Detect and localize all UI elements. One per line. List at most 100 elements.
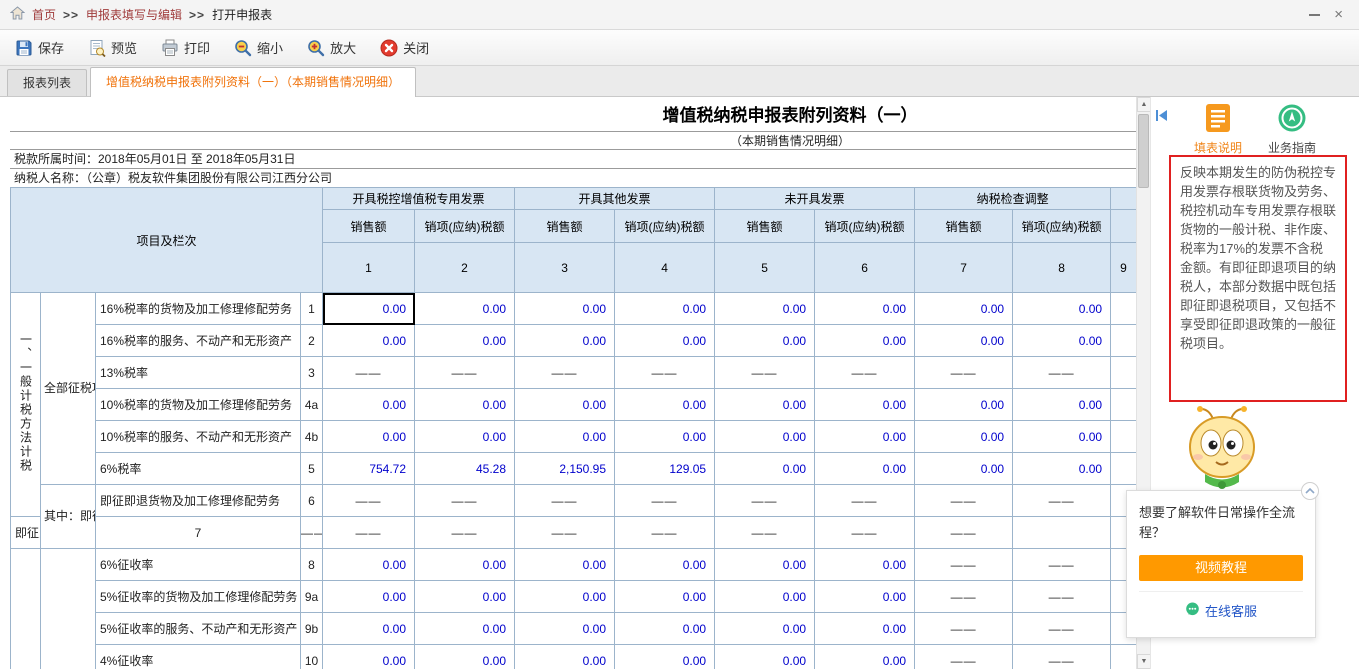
value-cell[interactable]: 0.00 [1013, 293, 1111, 325]
value-cell[interactable]: 0.00 [323, 325, 415, 357]
value-cell[interactable]: 0.00 [415, 549, 515, 581]
value-cell[interactable]: 0.00 [815, 389, 915, 421]
online-service-link[interactable]: 在线客服 [1139, 591, 1303, 620]
value-cell[interactable]: 0.00 [615, 421, 715, 453]
value-cell[interactable]: 45.28 [415, 453, 515, 485]
value-cell[interactable]: 0.00 [323, 613, 415, 645]
value-cell[interactable]: 0.00 [615, 549, 715, 581]
save-button[interactable]: 保存 [6, 34, 73, 61]
table-row: 4%征收率100.000.000.000.000.000.00———— [11, 645, 1137, 669]
value-cell[interactable]: 0.00 [415, 581, 515, 613]
value-cell[interactable]: 0.00 [615, 293, 715, 325]
minimize-icon[interactable] [1309, 14, 1320, 16]
value-cell[interactable]: 0.00 [615, 581, 715, 613]
value-cell[interactable]: 0.00 [715, 453, 815, 485]
breadcrumb-current: 打开申报表 [212, 6, 272, 23]
scroll-down-icon[interactable]: ▼ [1137, 654, 1151, 669]
tab-report-list[interactable]: 报表列表 [7, 69, 87, 96]
tab-vat-attachment[interactable]: 增值税纳税申报表附列资料（一）（本期销售情况明细） [90, 67, 416, 97]
zoom-in-button[interactable]: 放大 [298, 34, 365, 61]
value-cell[interactable]: 0.00 [515, 549, 615, 581]
breadcrumb-edit-link[interactable]: 申报表填写与编辑 [86, 6, 182, 23]
value-cell-clipped[interactable] [1111, 645, 1136, 669]
breadcrumb-home-link[interactable]: 首页 [32, 6, 56, 23]
value-cell[interactable]: 0.00 [415, 325, 515, 357]
value-cell[interactable]: 0.00 [815, 293, 915, 325]
disabled-cell: —— [915, 613, 1013, 645]
value-cell[interactable]: 0.00 [615, 645, 715, 669]
close-window-icon[interactable]: × [1334, 7, 1343, 22]
row-number: 2 [301, 325, 323, 357]
zoom-out-button[interactable]: 缩小 [225, 34, 292, 61]
print-button[interactable]: 打印 [152, 34, 219, 61]
value-cell[interactable]: 0.00 [323, 549, 415, 581]
value-cell[interactable]: 0.00 [715, 613, 815, 645]
value-cell[interactable]: 0.00 [915, 293, 1013, 325]
value-cell[interactable]: 0.00 [1013, 389, 1111, 421]
value-cell[interactable]: 0.00 [715, 293, 815, 325]
value-cell[interactable]: 0.00 [323, 293, 415, 325]
value-cell[interactable]: 0.00 [915, 421, 1013, 453]
value-cell[interactable]: 2,150.95 [515, 453, 615, 485]
value-cell[interactable]: 0.00 [1013, 325, 1111, 357]
value-cell[interactable]: 0.00 [1013, 421, 1111, 453]
value-cell[interactable]: 0.00 [815, 613, 915, 645]
value-cell-clipped[interactable] [1013, 517, 1111, 549]
value-cell[interactable]: 0.00 [515, 389, 615, 421]
value-cell[interactable]: 129.05 [615, 453, 715, 485]
tab-business-guide[interactable]: 业务指南 [1263, 103, 1321, 156]
value-cell[interactable]: 0.00 [615, 389, 715, 421]
value-cell[interactable]: 0.00 [415, 645, 515, 669]
value-cell-clipped[interactable] [1111, 389, 1136, 421]
value-cell[interactable]: 0.00 [415, 293, 515, 325]
value-cell-clipped[interactable] [1111, 293, 1136, 325]
scrollbar-thumb[interactable] [1138, 114, 1149, 188]
preview-button[interactable]: 预览 [79, 34, 146, 61]
value-cell[interactable]: 0.00 [323, 389, 415, 421]
value-cell-clipped[interactable] [1111, 453, 1136, 485]
value-cell[interactable]: 0.00 [715, 389, 815, 421]
value-cell[interactable]: 0.00 [515, 293, 615, 325]
value-cell[interactable]: 0.00 [815, 645, 915, 669]
value-cell[interactable]: 754.72 [323, 453, 415, 485]
collapse-popup-button[interactable] [1301, 482, 1319, 500]
value-cell[interactable]: 0.00 [915, 389, 1013, 421]
table-row: 5%征收率的服务、不动产和无形资产9b0.000.000.000.000.000… [11, 613, 1137, 645]
disabled-cell: —— [815, 517, 915, 549]
value-cell[interactable]: 0.00 [615, 325, 715, 357]
value-cell[interactable]: 0.00 [815, 581, 915, 613]
value-cell[interactable]: 0.00 [515, 421, 615, 453]
value-cell-clipped[interactable] [1111, 421, 1136, 453]
panel-collapse-icon[interactable] [1154, 108, 1169, 126]
value-cell[interactable]: 0.00 [715, 581, 815, 613]
value-cell[interactable]: 0.00 [715, 421, 815, 453]
value-cell[interactable]: 0.00 [715, 549, 815, 581]
value-cell[interactable]: 0.00 [515, 325, 615, 357]
value-cell[interactable]: 0.00 [415, 389, 515, 421]
value-cell[interactable]: 0.00 [815, 325, 915, 357]
value-cell[interactable]: 0.00 [615, 613, 715, 645]
value-cell[interactable]: 0.00 [815, 421, 915, 453]
value-cell[interactable]: 0.00 [1013, 453, 1111, 485]
value-cell[interactable]: 0.00 [415, 613, 515, 645]
value-cell-clipped[interactable] [1111, 325, 1136, 357]
form-area: 增值税纳税申报表附列资料（一） （本期销售情况明细） 税款所属时间：2018年0… [0, 97, 1136, 669]
value-cell[interactable]: 0.00 [815, 549, 915, 581]
value-cell[interactable]: 0.00 [915, 325, 1013, 357]
value-cell[interactable]: 0.00 [323, 421, 415, 453]
tab-fill-instructions[interactable]: 填表说明 [1189, 103, 1247, 156]
value-cell[interactable]: 0.00 [815, 453, 915, 485]
value-cell[interactable]: 0.00 [515, 645, 615, 669]
value-cell[interactable]: 0.00 [515, 581, 615, 613]
scroll-up-icon[interactable]: ▲ [1137, 97, 1151, 112]
value-cell[interactable]: 0.00 [715, 325, 815, 357]
value-cell[interactable]: 0.00 [715, 645, 815, 669]
value-cell[interactable]: 0.00 [415, 421, 515, 453]
value-cell[interactable]: 0.00 [915, 453, 1013, 485]
value-cell-clipped[interactable] [1111, 357, 1136, 389]
video-tutorial-button[interactable]: 视频教程 [1139, 555, 1303, 581]
value-cell[interactable]: 0.00 [323, 581, 415, 613]
value-cell[interactable]: 0.00 [323, 645, 415, 669]
value-cell[interactable]: 0.00 [515, 613, 615, 645]
close-button[interactable]: 关闭 [371, 34, 438, 61]
